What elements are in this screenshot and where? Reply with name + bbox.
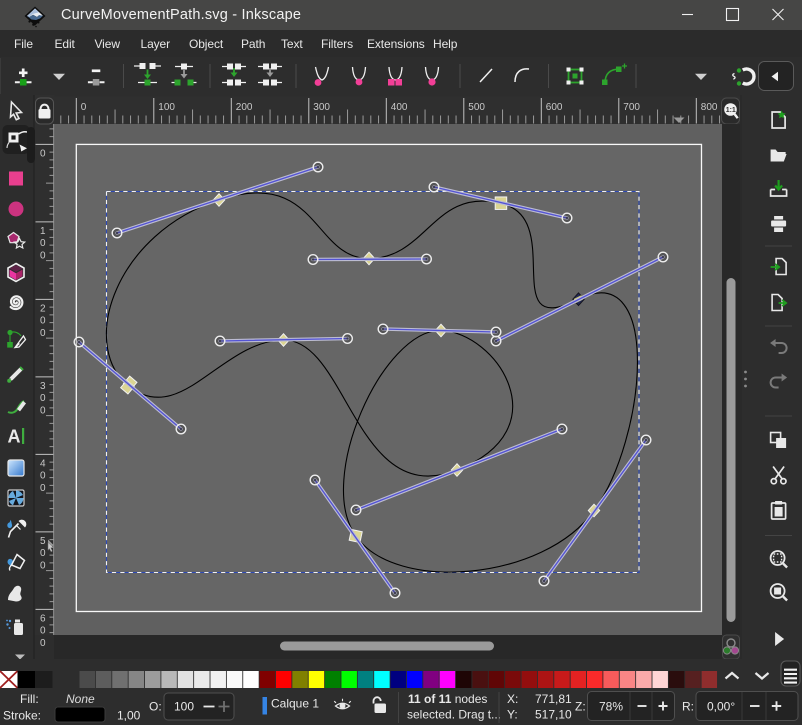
svg-text:500: 500 [468,102,485,113]
svg-text:0: 0 [40,638,46,649]
svg-text:0,00°: 0,00° [707,700,735,714]
svg-text:0: 0 [40,471,46,482]
svg-text:1,00: 1,00 [117,709,141,723]
svg-text:0: 0 [40,483,46,494]
svg-text:Stroke:: Stroke: [3,709,41,723]
svg-text:771,81: 771,81 [535,692,572,706]
svg-text:0: 0 [40,626,46,637]
svg-text:600: 600 [546,102,563,113]
svg-text:11 of 11 nodes: 11 of 11 nodes [408,692,487,706]
svg-text:517,10: 517,10 [535,708,572,722]
svg-text:0: 0 [40,328,46,339]
svg-text:X:: X: [507,692,518,706]
svg-text:78%: 78% [599,700,623,714]
svg-text:0: 0 [40,560,46,571]
svg-text:0: 0 [40,316,46,327]
svg-text:5: 5 [40,536,46,547]
svg-text:700: 700 [623,102,640,113]
svg-text:Calque 1: Calque 1 [271,697,319,711]
svg-text:selected. Drag t...: selected. Drag t... [407,708,501,722]
svg-text:100: 100 [174,700,194,714]
svg-text:0: 0 [81,102,87,113]
svg-text:0: 0 [40,148,46,159]
svg-text:6: 6 [40,613,46,624]
svg-text:Fill:: Fill: [20,692,39,706]
svg-text:400: 400 [391,102,408,113]
svg-text:O:: O: [149,700,162,714]
svg-text:1: 1 [40,226,46,237]
svg-text:300: 300 [313,102,330,113]
svg-text:200: 200 [236,102,253,113]
svg-text:800: 800 [701,102,718,113]
svg-text:100: 100 [158,102,175,113]
svg-text:2: 2 [40,303,46,314]
svg-text:0: 0 [40,548,46,559]
svg-text:3: 3 [40,381,46,392]
svg-text:0: 0 [40,405,46,416]
svg-text:0: 0 [40,393,46,404]
svg-text:Z:: Z: [575,700,586,714]
svg-text:A: A [8,427,21,447]
svg-text:Y:: Y: [507,708,518,722]
svg-text:0: 0 [40,238,46,249]
svg-text:R:: R: [682,700,694,714]
svg-text:0: 0 [40,250,46,261]
svg-text:1:1: 1:1 [726,107,736,114]
svg-text:None: None [66,692,95,706]
svg-text:4: 4 [40,458,46,469]
